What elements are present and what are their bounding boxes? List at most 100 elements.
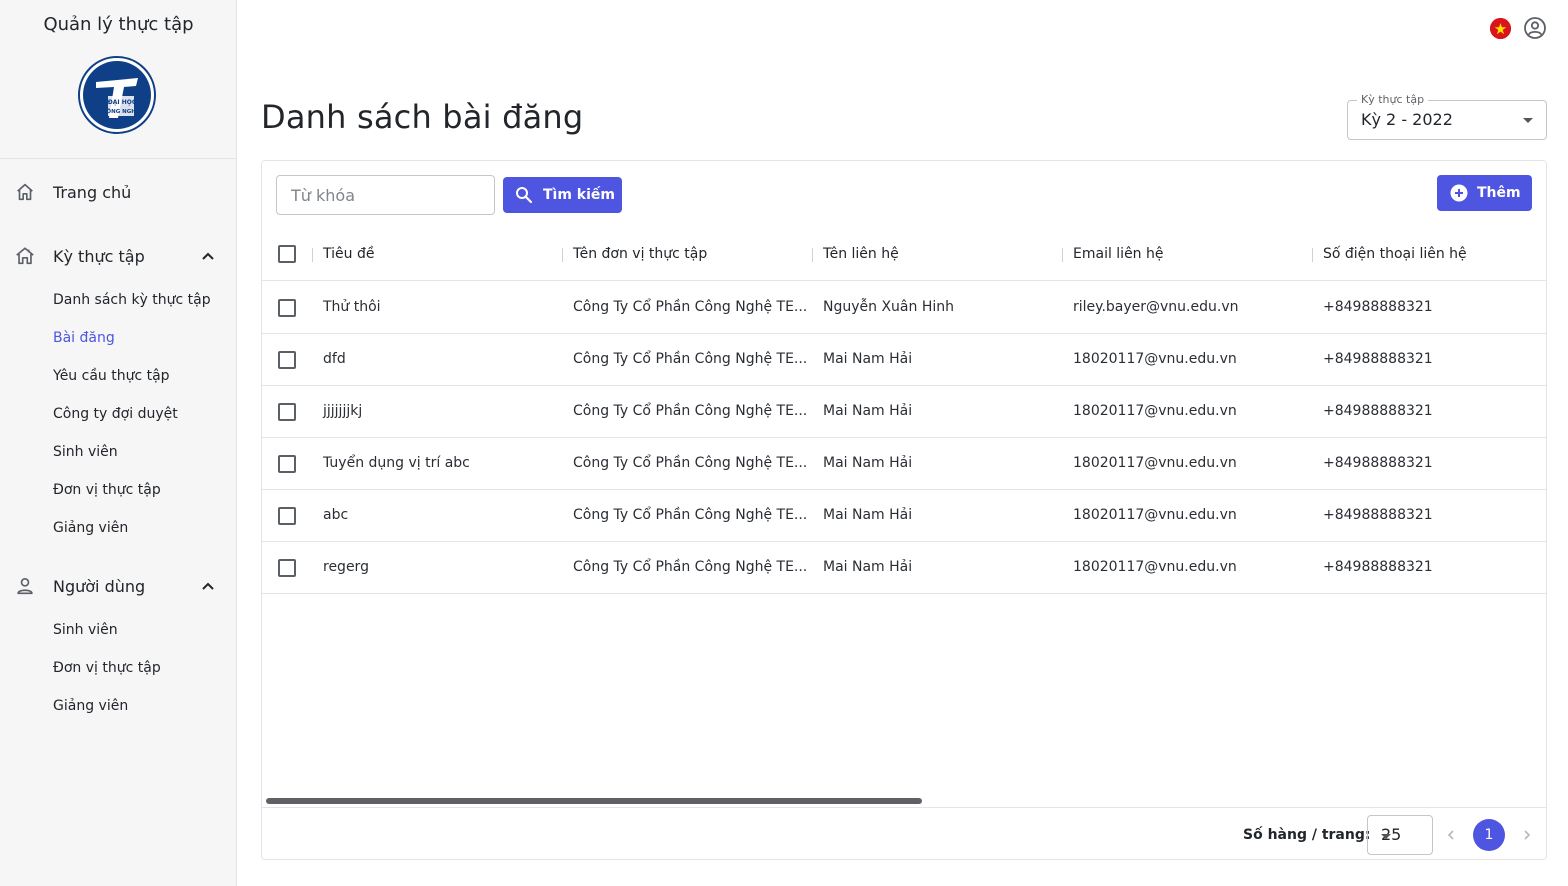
cell-company: Công Ty Cổ Phần Công Nghệ TE... [573,351,808,367]
sidebar-item-home[interactable]: Trang chủ [0,172,237,212]
logo-text-line2: CÔNG NGHỆ [102,107,139,115]
cell-contact-email: 18020117@vnu.edu.vn [1073,559,1237,575]
cell-contact-email: 18020117@vnu.edu.vn [1073,455,1237,471]
page-title: Danh sách bài đăng [261,98,584,136]
sidebar-group-label: Người dùng [53,576,146,596]
sidebar-group-internship[interactable]: Kỳ thực tập [0,236,237,276]
term-select[interactable]: Kỳ thực tập Kỳ 2 - 2022 [1347,93,1547,140]
cell-contact-name: Mai Nam Hải [823,455,913,471]
search-button-label: Tìm kiếm [543,187,616,203]
caret-down-icon [1381,834,1391,839]
caret-down-icon [1523,118,1533,123]
search-input[interactable] [276,175,495,215]
row-checkbox[interactable] [278,455,296,473]
cell-contact-phone: +84988888321 [1323,559,1433,575]
select-all-checkbox[interactable] [278,245,296,263]
posts-card: Tìm kiếm Thêm Tiêu đề Tên đơn vị thực tậ… [261,160,1547,860]
sidebar-item-pending-companies[interactable]: Công ty đợi duyệt [53,404,178,424]
term-select-value: Kỳ 2 - 2022 [1361,110,1453,129]
table-row[interactable]: Tuyển dụng vị trí abc Công Ty Cổ Phần Cô… [262,438,1546,490]
table-row[interactable]: dfd Công Ty Cổ Phần Công Nghệ TE... Mai … [262,334,1546,386]
cell-contact-name: Mai Nam Hải [823,351,913,367]
cell-contact-email: 18020117@vnu.edu.vn [1073,403,1237,419]
sidebar-item-user-students[interactable]: Sinh viên [53,620,118,640]
term-select-label: Kỳ thực tập [1357,93,1429,106]
column-header-contact-name[interactable]: Tên liên hệ [823,246,899,262]
sidebar: Quản lý thực tập ĐẠI HỌC CÔNG NGHỆ Trang… [0,0,237,886]
home-outline-icon [14,245,36,267]
home-icon [14,181,36,203]
sidebar-item-lecturers[interactable]: Giảng viên [53,518,128,538]
vietnam-flag-icon[interactable] [1490,18,1511,39]
sidebar-group-users[interactable]: Người dùng [0,566,237,606]
column-header-company[interactable]: Tên đơn vị thực tập [573,246,707,262]
person-icon [14,575,36,597]
cell-company: Công Ty Cổ Phần Công Nghệ TE... [573,455,808,471]
column-header-contact-email[interactable]: Email liên hệ [1073,246,1164,262]
cell-contact-name: Mai Nam Hải [823,559,913,575]
horizontal-scrollbar[interactable] [266,798,922,804]
sidebar-item-students[interactable]: Sinh viên [53,442,118,462]
table-header: Tiêu đề Tên đơn vị thực tập Tên liên hệ … [262,229,1546,281]
column-separator[interactable] [1062,248,1063,262]
sidebar-item-user-lecturers[interactable]: Giảng viên [53,696,128,716]
sidebar-item-companies[interactable]: Đơn vị thực tập [53,480,161,500]
chevron-up-icon[interactable] [198,576,218,596]
table-row[interactable]: regerg Công Ty Cổ Phần Công Nghệ TE... M… [262,542,1546,594]
table-row[interactable]: Thử thôi Công Ty Cổ Phần Công Nghệ TE...… [262,282,1546,334]
app-title: Quản lý thực tập [43,14,194,35]
column-separator[interactable] [312,248,313,262]
logo-text-line1: ĐẠI HỌC [108,99,137,106]
cell-contact-email: riley.bayer@vnu.edu.vn [1073,299,1239,315]
cell-contact-phone: +84988888321 [1323,299,1433,315]
sidebar-item-label: Trang chủ [53,182,132,202]
cell-contact-phone: +84988888321 [1323,351,1433,367]
column-header-title[interactable]: Tiêu đề [323,246,374,262]
row-checkbox[interactable] [278,507,296,525]
chevron-right-icon[interactable] [1517,825,1537,845]
cell-company: Công Ty Cổ Phần Công Nghệ TE... [573,507,808,523]
search-button[interactable]: Tìm kiếm [503,177,622,213]
column-separator[interactable] [562,248,563,262]
chevron-left-icon[interactable] [1441,825,1461,845]
add-circle-icon [1450,184,1468,202]
sidebar-item-posts[interactable]: Bài đăng [53,328,115,348]
cell-title: Thử thôi [323,299,381,315]
table-row[interactable]: abc Công Ty Cổ Phần Công Nghệ TE... Mai … [262,490,1546,542]
cell-company: Công Ty Cổ Phần Công Nghệ TE... [573,403,808,419]
cell-contact-phone: +84988888321 [1323,507,1433,523]
cell-title: abc [323,507,349,523]
table-row[interactable]: jjjjjjjkj Công Ty Cổ Phần Công Nghệ TE..… [262,386,1546,438]
column-header-contact-phone[interactable]: Số điện thoại liên hệ [1323,246,1467,262]
add-post-button[interactable]: Thêm [1437,175,1532,211]
cell-title: Tuyển dụng vị trí abc [323,455,470,471]
rows-per-page-label: Số hàng / trang: [1243,827,1371,843]
row-checkbox[interactable] [278,403,296,421]
row-checkbox[interactable] [278,559,296,577]
cell-title: dfd [323,351,346,367]
column-separator[interactable] [812,248,813,262]
cell-contact-phone: +84988888321 [1323,455,1433,471]
page-button-current[interactable]: 1 [1473,819,1505,851]
column-separator[interactable] [1312,248,1313,262]
cell-title: jjjjjjjkj [323,403,363,419]
rows-per-page-select[interactable]: 25 [1367,815,1433,855]
add-button-label: Thêm [1477,185,1521,201]
sidebar-item-internship-requests[interactable]: Yêu cầu thực tập [53,366,170,386]
cell-contact-name: Mai Nam Hải [823,507,913,523]
university-logo: ĐẠI HỌC CÔNG NGHỆ [78,56,156,134]
cell-contact-name: Mai Nam Hải [823,403,913,419]
pagination-footer: Số hàng / trang: 25 1 [262,807,1546,859]
row-checkbox[interactable] [278,299,296,317]
account-circle-icon[interactable] [1523,16,1547,40]
row-checkbox[interactable] [278,351,296,369]
cell-contact-email: 18020117@vnu.edu.vn [1073,351,1237,367]
cell-contact-name: Nguyễn Xuân Hinh [823,299,954,315]
sidebar-item-internship-list[interactable]: Danh sách kỳ thực tập [53,290,211,310]
cell-contact-email: 18020117@vnu.edu.vn [1073,507,1237,523]
sidebar-divider [0,158,237,159]
chevron-up-icon[interactable] [198,246,218,266]
sidebar-item-user-companies[interactable]: Đơn vị thực tập [53,658,161,678]
cell-contact-phone: +84988888321 [1323,403,1433,419]
cell-title: regerg [323,559,369,575]
